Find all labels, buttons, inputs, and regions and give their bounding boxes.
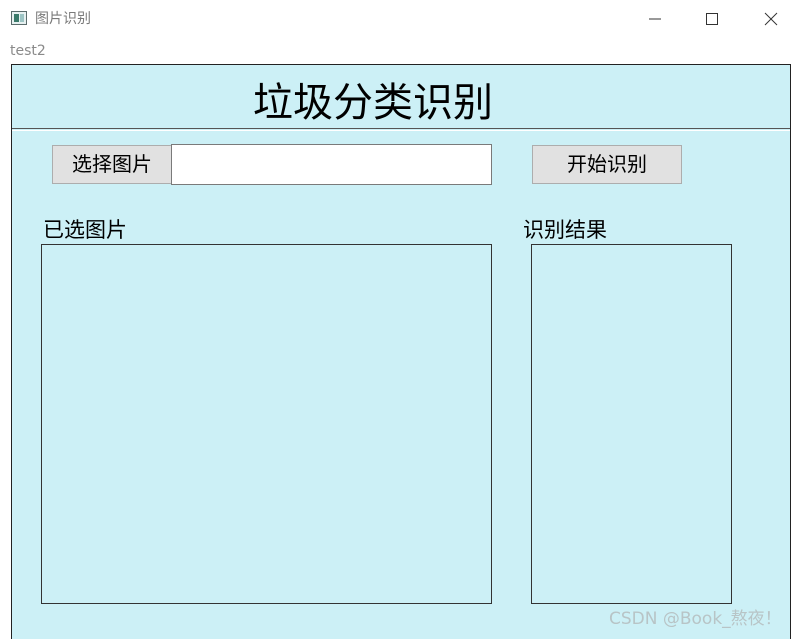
menu-label[interactable]: test2 [10, 42, 46, 60]
selected-image-label: 已选图片 [43, 218, 127, 242]
header-divider [12, 130, 790, 131]
minimize-icon [649, 18, 661, 20]
maximize-button[interactable] [689, 0, 735, 38]
close-button[interactable] [748, 0, 794, 38]
result-label: 识别结果 [523, 218, 607, 242]
page-title: 垃圾分类识别 [253, 80, 493, 126]
selected-image-panel [41, 244, 492, 604]
application-window: 图片识别 test2 垃圾分类识别 选择图片 开始识别 已选图片 识别结果 CS… [0, 0, 802, 639]
minimize-button[interactable] [632, 0, 678, 38]
window-title: 图片识别 [35, 11, 91, 27]
client-area: 垃圾分类识别 选择图片 开始识别 已选图片 识别结果 [11, 64, 791, 639]
title-bar[interactable]: 图片识别 [0, 0, 802, 38]
result-panel [531, 244, 732, 604]
close-icon [764, 12, 778, 26]
image-path-input[interactable] [171, 144, 492, 185]
app-icon [11, 11, 27, 25]
watermark-text: CSDN @Book_熬夜！ [609, 609, 782, 629]
start-recognition-button[interactable]: 开始识别 [532, 145, 682, 184]
header-band: 垃圾分类识别 [12, 65, 790, 129]
choose-image-button[interactable]: 选择图片 [52, 145, 172, 184]
maximize-icon [706, 13, 718, 25]
